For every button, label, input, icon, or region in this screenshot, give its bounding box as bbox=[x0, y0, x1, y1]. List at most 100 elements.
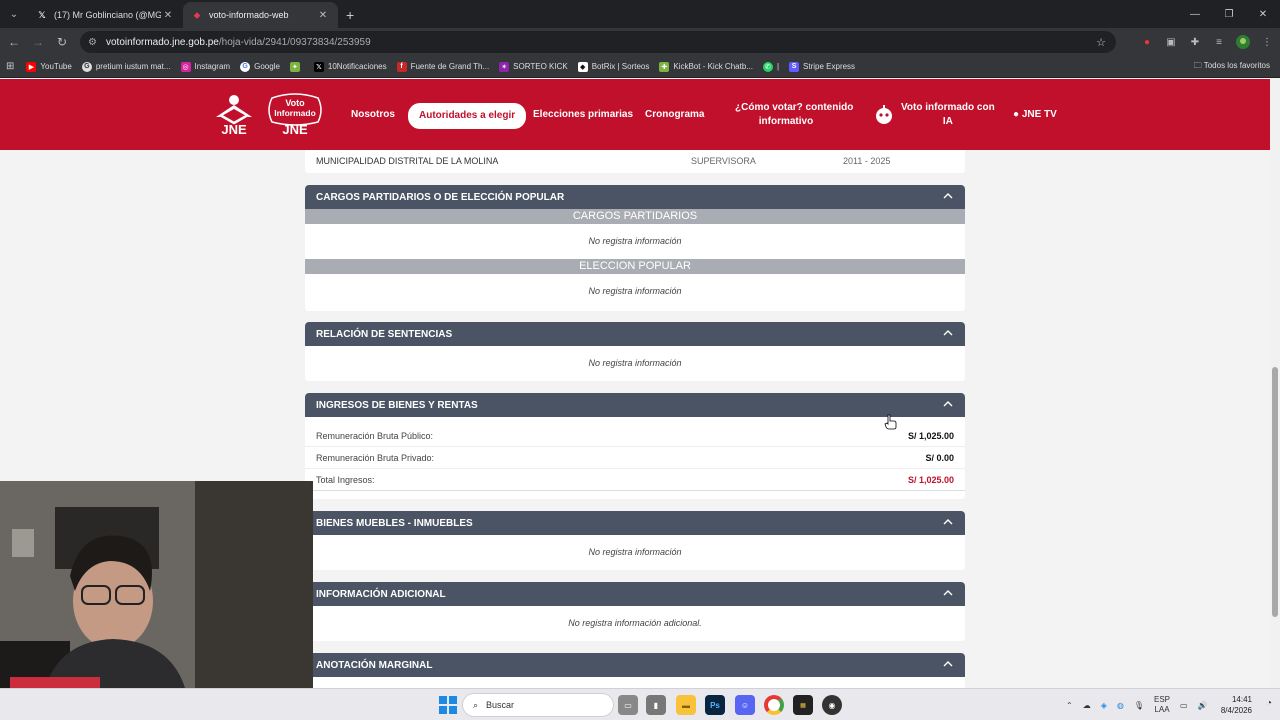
cargos-header[interactable]: CARGOS PARTIDARIOS O DE ELECCIÓN POPULAR bbox=[305, 185, 965, 209]
discord-icon[interactable]: ☺ bbox=[735, 695, 755, 715]
display-icon[interactable]: ▭ bbox=[1180, 701, 1188, 710]
site-header: JNE Voto Informado JNE Nosotros Autorida… bbox=[0, 79, 1270, 150]
bookmark-kickbot[interactable]: ✚ KickBot - Kick Chatb... bbox=[659, 61, 753, 72]
chrome-icon[interactable] bbox=[764, 695, 784, 715]
nav-jne-tv[interactable]: ● JNE TV bbox=[1013, 108, 1057, 122]
sentencias-header[interactable]: RELACIÓN DE SENTENCIAS bbox=[305, 322, 965, 346]
jne-logo[interactable]: JNE bbox=[210, 93, 258, 137]
bookmark-instagram[interactable]: ◎ Instagram bbox=[180, 61, 230, 72]
language-indicator[interactable]: ESP LAA bbox=[1154, 695, 1170, 715]
forward-icon[interactable]: → bbox=[26, 35, 50, 49]
subsection-eleccion-popular: ELECCION POPULAR bbox=[305, 259, 965, 274]
reading-list-icon[interactable]: ≡ bbox=[1210, 33, 1228, 51]
income-row: Remuneración Bruta Privado: S/ 0.00 bbox=[305, 447, 965, 469]
bookmark-sorteo-kick[interactable]: ✶ SORTEO KICK bbox=[499, 61, 568, 72]
nav-autoridades-a-elegir[interactable]: Autoridades a elegir bbox=[408, 103, 527, 129]
extension-red-icon[interactable]: ● bbox=[1138, 33, 1156, 51]
page-scrollbar[interactable] bbox=[1270, 79, 1280, 688]
bookmark-10notificaciones[interactable]: 𝕏 10Notificaciones bbox=[313, 61, 387, 72]
section-title: CARGOS PARTIDARIOS O DE ELECCIÓN POPULAR bbox=[316, 191, 565, 203]
app-icon[interactable]: ▮ bbox=[646, 695, 666, 715]
colorful-app-icon: ✦ bbox=[289, 61, 300, 72]
chevron-up-icon[interactable] bbox=[942, 327, 954, 339]
chevron-up-icon[interactable] bbox=[942, 516, 954, 528]
bookmark-youtube[interactable]: ▶ YouTube bbox=[26, 61, 72, 72]
extensions-puzzle-icon[interactable]: ✚ bbox=[1186, 33, 1204, 51]
restore-icon[interactable]: ❐ bbox=[1212, 0, 1246, 28]
bookmark-star-icon[interactable]: ☆ bbox=[1096, 36, 1106, 49]
game-app-icon[interactable]: ▦ bbox=[793, 695, 813, 715]
hand-cursor-icon bbox=[884, 414, 897, 430]
webcam-video-frame bbox=[0, 481, 313, 688]
browser-menu-icon[interactable]: ⋮ bbox=[1258, 33, 1276, 51]
adicional-header[interactable]: INFORMACIÓN ADICIONAL bbox=[305, 582, 965, 606]
empty-message: No registra información bbox=[588, 358, 682, 368]
nav-nosotros[interactable]: Nosotros bbox=[351, 108, 395, 122]
bookmark-fuente[interactable]: f Fuente de Grand Th... bbox=[396, 61, 489, 72]
nav-elecciones-primarias[interactable]: Elecciones primarias bbox=[533, 108, 633, 122]
lang-line1: ESP bbox=[1154, 695, 1171, 704]
photoshop-icon[interactable]: Ps bbox=[705, 695, 725, 715]
file-explorer-icon[interactable]: ▬ bbox=[676, 695, 696, 715]
task-view-icon[interactable]: ▭ bbox=[618, 695, 638, 715]
nav-cronograma[interactable]: Cronograma bbox=[645, 108, 704, 122]
clock-date: 8/4/2026 bbox=[1220, 706, 1252, 715]
all-bookmarks-folder[interactable]: 🗀 Todos los favoritos bbox=[1194, 60, 1270, 74]
chevron-up-icon[interactable]: ⌃ bbox=[1066, 701, 1073, 710]
reload-icon[interactable]: ↻ bbox=[50, 35, 74, 49]
taskbar-clock[interactable]: 14:41 8/4/2026 bbox=[1221, 694, 1252, 716]
bookmark-colorful[interactable]: ✦ bbox=[289, 61, 304, 72]
chevron-up-icon[interactable] bbox=[942, 658, 954, 670]
bookmark-whatsapp[interactable]: ✆ | bbox=[762, 61, 779, 72]
apps-grid-icon[interactable]: ⊞ bbox=[6, 61, 14, 72]
bookmark-botrix[interactable]: ◆ BotRix | Sorteos bbox=[577, 61, 649, 72]
bookmark-google[interactable]: G Google bbox=[240, 61, 280, 72]
notifications-icon[interactable]: ◔ bbox=[1266, 698, 1272, 709]
back-icon[interactable]: ← bbox=[2, 35, 26, 49]
new-tab-icon[interactable]: + bbox=[346, 7, 354, 23]
obs-icon[interactable]: ◉ bbox=[822, 695, 842, 715]
security-icon[interactable]: ◈ bbox=[1101, 701, 1107, 710]
minimize-icon[interactable]: — bbox=[1178, 0, 1212, 28]
microphone-icon[interactable]: 🎙 bbox=[1134, 701, 1144, 710]
svg-text:Voto: Voto bbox=[285, 98, 305, 108]
volume-icon[interactable]: 🔊 bbox=[1198, 701, 1208, 710]
close-tab-icon[interactable]: ✕ bbox=[161, 10, 175, 21]
bookmark-stripe[interactable]: S Stripe Express bbox=[789, 61, 855, 72]
nav-como-votar[interactable]: ¿Cómo votar? contenido informativo bbox=[735, 101, 853, 129]
browser-toolbar: ← → ↻ ⚙ votoinformado.jne.gob.pe/hoja-vi… bbox=[0, 28, 1280, 56]
windows-start-icon[interactable] bbox=[439, 696, 457, 714]
profile-avatar-icon[interactable] bbox=[1234, 33, 1252, 51]
extension-card-icon[interactable]: ▣ bbox=[1162, 33, 1180, 51]
bookmark-pretium[interactable]: Gpretium iustum mat... bbox=[81, 61, 171, 72]
chevron-up-icon[interactable] bbox=[942, 190, 954, 202]
cloud-icon[interactable]: ☁ bbox=[1083, 701, 1091, 710]
income-value: S/ 0.00 bbox=[925, 452, 954, 463]
google-icon: G bbox=[240, 61, 251, 72]
chevron-up-icon[interactable] bbox=[942, 587, 954, 599]
close-tab-icon[interactable]: ✕ bbox=[316, 10, 330, 21]
close-window-icon[interactable]: ✕ bbox=[1246, 0, 1280, 28]
bienes-header[interactable]: BIENES MUEBLES - INMUEBLES bbox=[305, 511, 965, 535]
taskbar-search[interactable]: ⌕ Buscar bbox=[462, 693, 614, 717]
income-label: Remuneración Bruta Público: bbox=[316, 430, 434, 441]
empty-message: No registra información adicional. bbox=[568, 618, 702, 628]
scrollbar-thumb[interactable] bbox=[1272, 367, 1278, 617]
experience-entity: MUNICIPALIDAD DISTRITAL DE LA MOLINA bbox=[316, 156, 499, 166]
address-bar[interactable]: ⚙ votoinformado.jne.gob.pe/hoja-vida/294… bbox=[80, 31, 1116, 53]
search-placeholder: Buscar bbox=[486, 700, 515, 710]
voto-informado-logo[interactable]: Voto Informado JNE bbox=[266, 92, 324, 138]
anotacion-header[interactable]: ANOTACIÓN MARGINAL bbox=[305, 653, 965, 677]
stripe-icon: S bbox=[789, 61, 800, 72]
jne-favicon-icon: ⬥ bbox=[193, 9, 201, 20]
globe-icon[interactable]: ◍ bbox=[1117, 701, 1124, 710]
nav-voto-informado-ia[interactable]: Voto informado con IA bbox=[873, 101, 995, 129]
tab-voto-informado[interactable]: ⬥ voto-informado-web ✕ bbox=[183, 2, 338, 28]
tab-search-icon[interactable]: ⌄ bbox=[4, 4, 24, 24]
nav-como-votar-line1: ¿Cómo votar? contenido bbox=[735, 102, 854, 113]
site-info-icon[interactable]: ⚙ bbox=[88, 37, 106, 48]
ingresos-header[interactable]: INGRESOS DE BIENES Y RENTAS bbox=[305, 393, 965, 417]
tab-twitter[interactable]: 𝕏 (17) Mr Goblinciano (@MGoblin ✕ bbox=[28, 2, 183, 28]
chevron-up-icon[interactable] bbox=[942, 398, 954, 410]
extensions-area: ● ▣ ✚ ≡ ⋮ bbox=[1138, 28, 1276, 56]
